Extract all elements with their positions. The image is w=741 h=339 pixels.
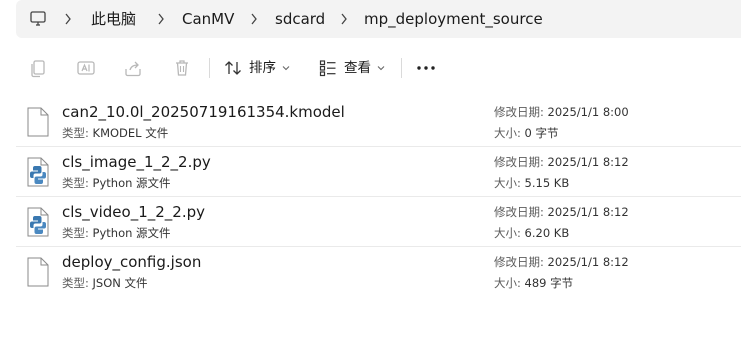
file-date-key: 修改日期: (494, 255, 544, 269)
sort-icon (225, 61, 241, 75)
file-date-value: 2025/1/1 8:12 (547, 205, 629, 219)
generic-file-icon (27, 107, 49, 137)
file-date-value: 2025/1/1 8:12 (547, 255, 629, 269)
file-type-key: 类型: (62, 226, 89, 240)
breadcrumb-item-sdcard[interactable]: sdcard (275, 9, 325, 29)
view-label: 查看 (344, 60, 371, 76)
file-date: 修改日期: 2025/1/1 8:12 (494, 154, 629, 170)
file-row[interactable]: cls_image_1_2_2.py 类型: Python 源文件 修改日期: … (16, 150, 741, 200)
file-name[interactable]: cls_video_1_2_2.py (62, 202, 205, 222)
file-size: 大小: 0 字节 (494, 125, 559, 141)
copy-icon[interactable] (27, 57, 49, 79)
breadcrumb-item-canmv[interactable]: CanMV (182, 9, 234, 29)
breadcrumb-item-this-pc[interactable]: 此电脑 (91, 9, 136, 29)
delete-icon[interactable] (171, 57, 193, 79)
file-size-key: 大小: (494, 226, 521, 240)
python-file-icon (27, 157, 49, 187)
file-size-value: 5.15 KB (524, 176, 570, 190)
chevron-right-icon[interactable] (63, 10, 73, 28)
file-size-key: 大小: (494, 276, 521, 290)
file-date: 修改日期: 2025/1/1 8:12 (494, 204, 629, 220)
row-divider (16, 196, 741, 197)
file-type-value: JSON 文件 (92, 276, 148, 290)
toolbar-divider (401, 58, 402, 78)
file-type-key: 类型: (62, 176, 89, 190)
computer-icon[interactable] (29, 10, 47, 28)
file-type-value: Python 源文件 (92, 226, 171, 240)
file-type-value: KMODEL 文件 (92, 126, 169, 140)
file-row[interactable]: cls_video_1_2_2.py 类型: Python 源文件 修改日期: … (16, 200, 741, 250)
row-divider (16, 146, 741, 147)
file-size-key: 大小: (494, 176, 521, 190)
file-type-key: 类型: (62, 276, 89, 290)
chevron-right-icon[interactable] (156, 10, 166, 28)
file-type: 类型: Python 源文件 (62, 225, 171, 241)
sort-button[interactable]: 排序 (223, 56, 290, 80)
chevron-down-icon (377, 66, 385, 71)
file-date: 修改日期: 2025/1/1 8:12 (494, 254, 629, 270)
file-name[interactable]: deploy_config.json (62, 252, 201, 272)
file-date-value: 2025/1/1 8:00 (547, 105, 629, 119)
view-button[interactable]: 查看 (318, 56, 385, 80)
file-type: 类型: Python 源文件 (62, 175, 171, 191)
file-date-key: 修改日期: (494, 105, 544, 119)
file-type-key: 类型: (62, 126, 89, 140)
file-size: 大小: 5.15 KB (494, 175, 569, 191)
file-name[interactable]: cls_image_1_2_2.py (62, 152, 211, 172)
more-icon[interactable] (416, 65, 436, 71)
breadcrumb-item-mp-deployment-source[interactable]: mp_deployment_source (364, 9, 543, 29)
file-date-value: 2025/1/1 8:12 (547, 155, 629, 169)
file-row[interactable]: can2_10.0l_20250719161354.kmodel 类型: KMO… (16, 100, 741, 150)
toolbar-divider (209, 58, 210, 78)
file-size: 大小: 489 字节 (494, 275, 573, 291)
chevron-down-icon (282, 66, 290, 71)
file-size-value: 489 字节 (524, 276, 574, 290)
file-date-key: 修改日期: (494, 155, 544, 169)
share-icon[interactable] (122, 57, 144, 79)
generic-file-icon (27, 257, 49, 287)
file-size-value: 6.20 KB (524, 226, 570, 240)
file-name[interactable]: can2_10.0l_20250719161354.kmodel (62, 102, 345, 122)
file-row[interactable]: deploy_config.json 类型: JSON 文件 修改日期: 202… (16, 250, 741, 300)
chevron-right-icon[interactable] (339, 10, 349, 28)
rename-icon[interactable] (75, 57, 97, 79)
sort-label: 排序 (249, 60, 276, 76)
chevron-right-icon[interactable] (249, 10, 259, 28)
python-file-icon (27, 207, 49, 237)
file-date: 修改日期: 2025/1/1 8:00 (494, 104, 629, 120)
file-type: 类型: JSON 文件 (62, 275, 148, 291)
view-icon (319, 60, 336, 77)
file-date-key: 修改日期: (494, 205, 544, 219)
row-divider (16, 246, 741, 247)
command-bar: 排序 查看 (0, 48, 741, 88)
file-size-value: 0 字节 (524, 126, 559, 140)
file-type: 类型: KMODEL 文件 (62, 125, 168, 141)
file-size: 大小: 6.20 KB (494, 225, 569, 241)
file-size-key: 大小: (494, 126, 521, 140)
file-type-value: Python 源文件 (92, 176, 171, 190)
